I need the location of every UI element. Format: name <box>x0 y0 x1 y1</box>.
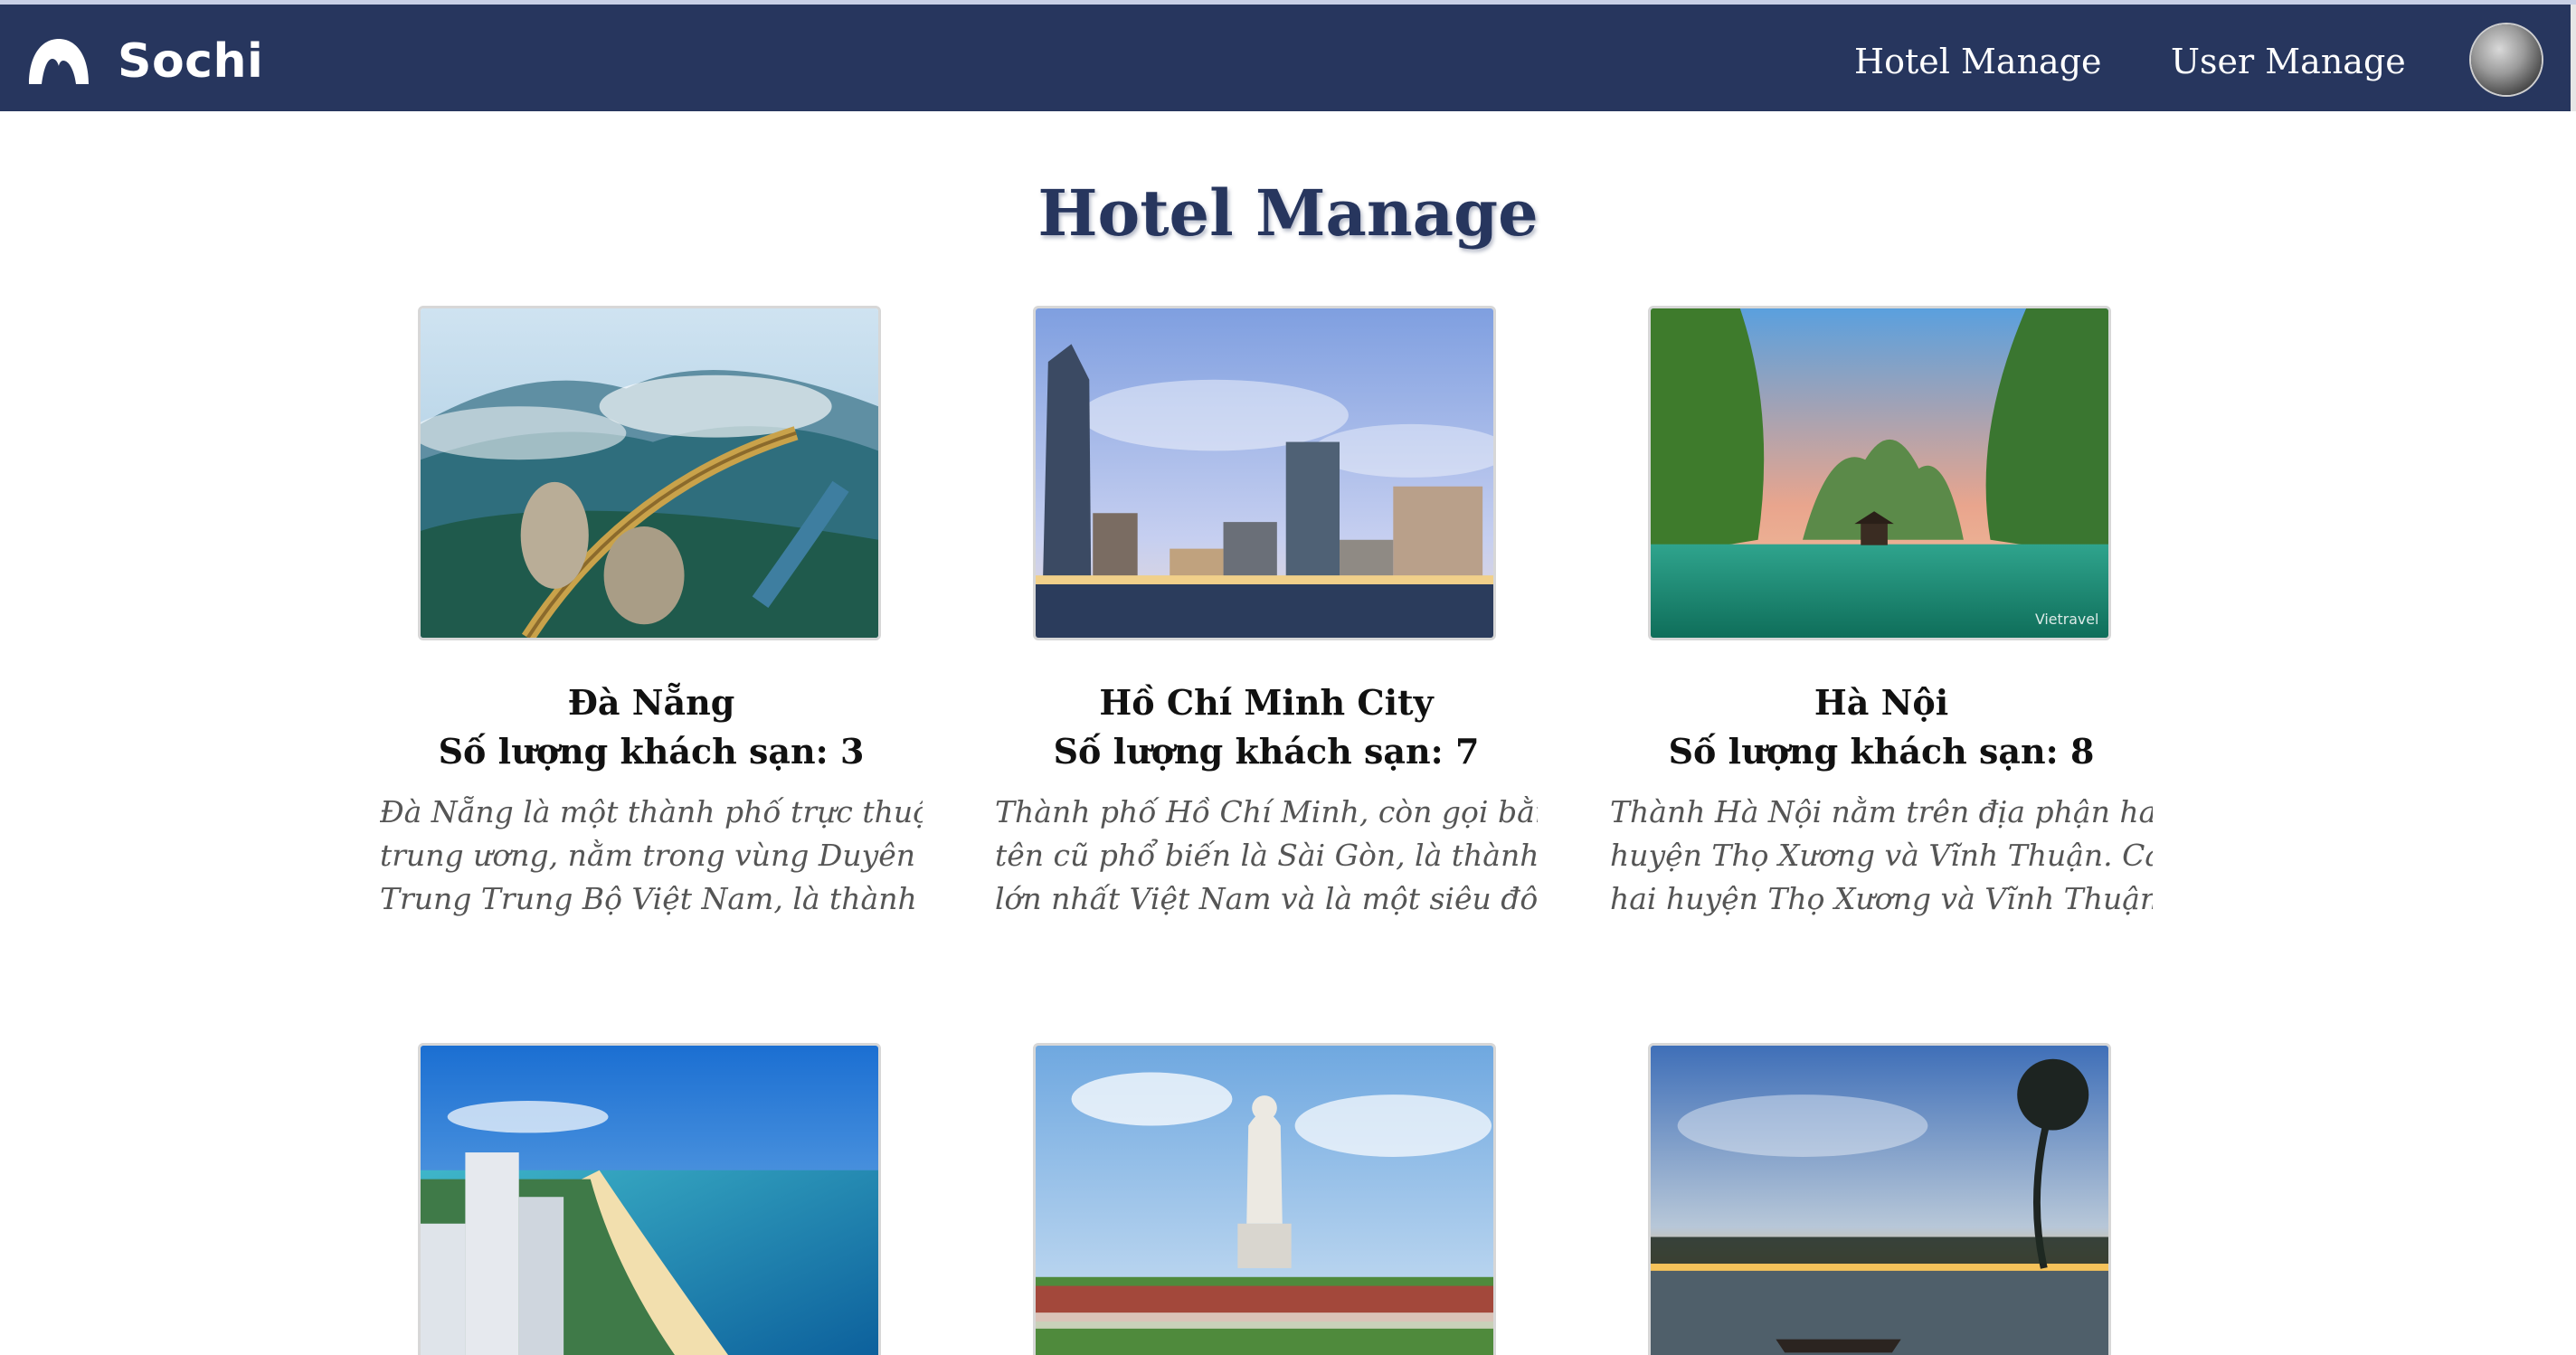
hotel-count: Số lượng khách sạn: 3 <box>438 731 865 772</box>
city-image-ha-noi[interactable]: Vietravel <box>1648 306 2111 640</box>
city-description: Đà Nẵng là một thành phố trực thuộc trun… <box>380 794 923 916</box>
city-image-6[interactable] <box>1648 1043 2111 1355</box>
city-name: Đà Nẵng <box>567 682 735 723</box>
image-watermark: Vietravel <box>2035 611 2098 628</box>
city-description: Thành phố Hồ Chí Minh, còn gọi bằng tên … <box>995 794 1538 916</box>
avatar[interactable] <box>2471 24 2542 95</box>
page-title: Hotel Manage <box>1037 175 1539 251</box>
city-name: Hồ Chí Minh City <box>1099 682 1434 723</box>
city-image-da-nang[interactable] <box>418 306 881 640</box>
mountain-logo-icon <box>29 39 89 84</box>
city-name: Hà Nội <box>1814 682 1949 723</box>
brand[interactable]: Sochi <box>25 33 263 90</box>
hotel-count: Số lượng khách sạn: 8 <box>1668 731 2095 772</box>
navbar: Sochi Hotel Manage User Manage <box>0 5 2576 111</box>
city-image-ho-chi-minh[interactable] <box>1033 306 1496 640</box>
brand-name: Sochi <box>118 34 264 89</box>
nav-hotel-manage[interactable]: Hotel Manage <box>1854 35 2102 88</box>
city-image-5[interactable] <box>1033 1043 1496 1355</box>
hotel-count: Số lượng khách sạn: 7 <box>1053 731 1480 772</box>
nav-user-manage[interactable]: User Manage <box>2171 35 2406 88</box>
page: Sochi Hotel Manage User Manage Hotel Man… <box>0 0 2576 1355</box>
city-image-4[interactable] <box>418 1043 881 1355</box>
city-description: Thành Hà Nội nằm trên địa phận hai huyện… <box>1610 794 2153 916</box>
